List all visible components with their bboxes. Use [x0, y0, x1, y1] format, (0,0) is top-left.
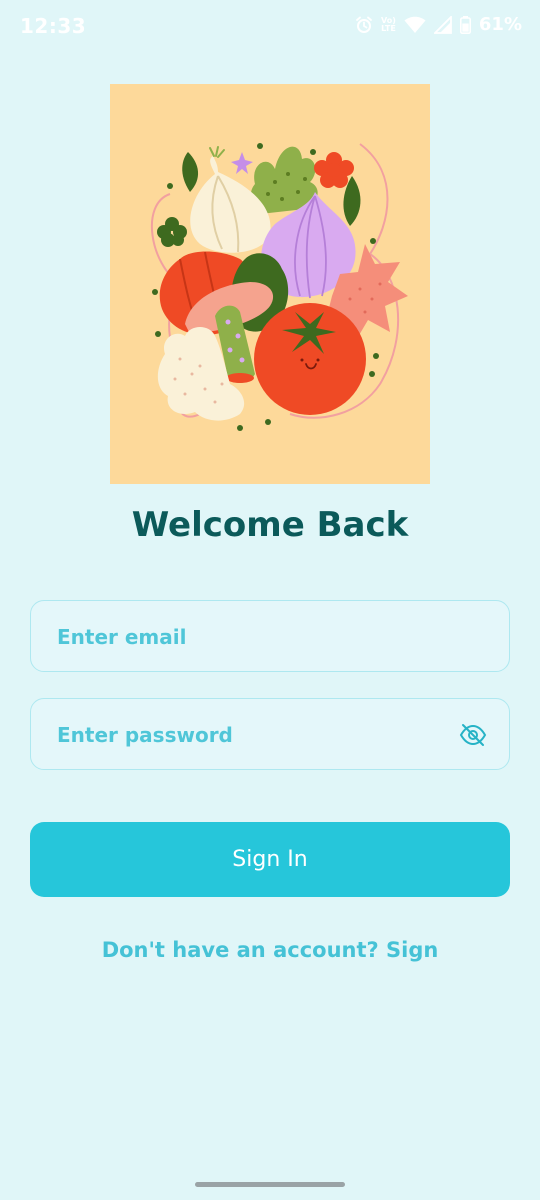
red-flower: [314, 152, 354, 188]
signal-icon: [433, 15, 452, 34]
sign-in-button[interactable]: Sign In: [30, 822, 510, 897]
battery-percent: 61%: [478, 14, 522, 35]
wifi-icon: [404, 16, 426, 34]
signup-link[interactable]: Don't have an account? Sign: [0, 938, 540, 962]
eye-off-icon[interactable]: [459, 723, 487, 747]
email-input[interactable]: [55, 601, 459, 673]
volte-icon: Vo) LTE: [381, 16, 396, 33]
battery-icon: [459, 15, 471, 34]
welcome-title: Welcome Back: [131, 505, 409, 545]
alarm-icon: [355, 16, 373, 34]
status-icons: Vo) LTE 61%: [355, 14, 522, 35]
password-input[interactable]: [55, 699, 459, 771]
volte-label-bottom: LTE: [381, 23, 396, 33]
tomato: [254, 303, 366, 415]
status-time: 12:33: [20, 14, 87, 38]
purple-star: [231, 152, 253, 174]
email-field[interactable]: [30, 600, 510, 673]
home-indicator[interactable]: [195, 1182, 345, 1187]
broccoli-floret: [157, 217, 187, 247]
leaf-left: [182, 152, 199, 192]
status-bar: 12:33 Vo) LTE 61%: [0, 0, 540, 54]
password-field[interactable]: [30, 698, 510, 771]
vegetables-illustration: [110, 84, 430, 484]
